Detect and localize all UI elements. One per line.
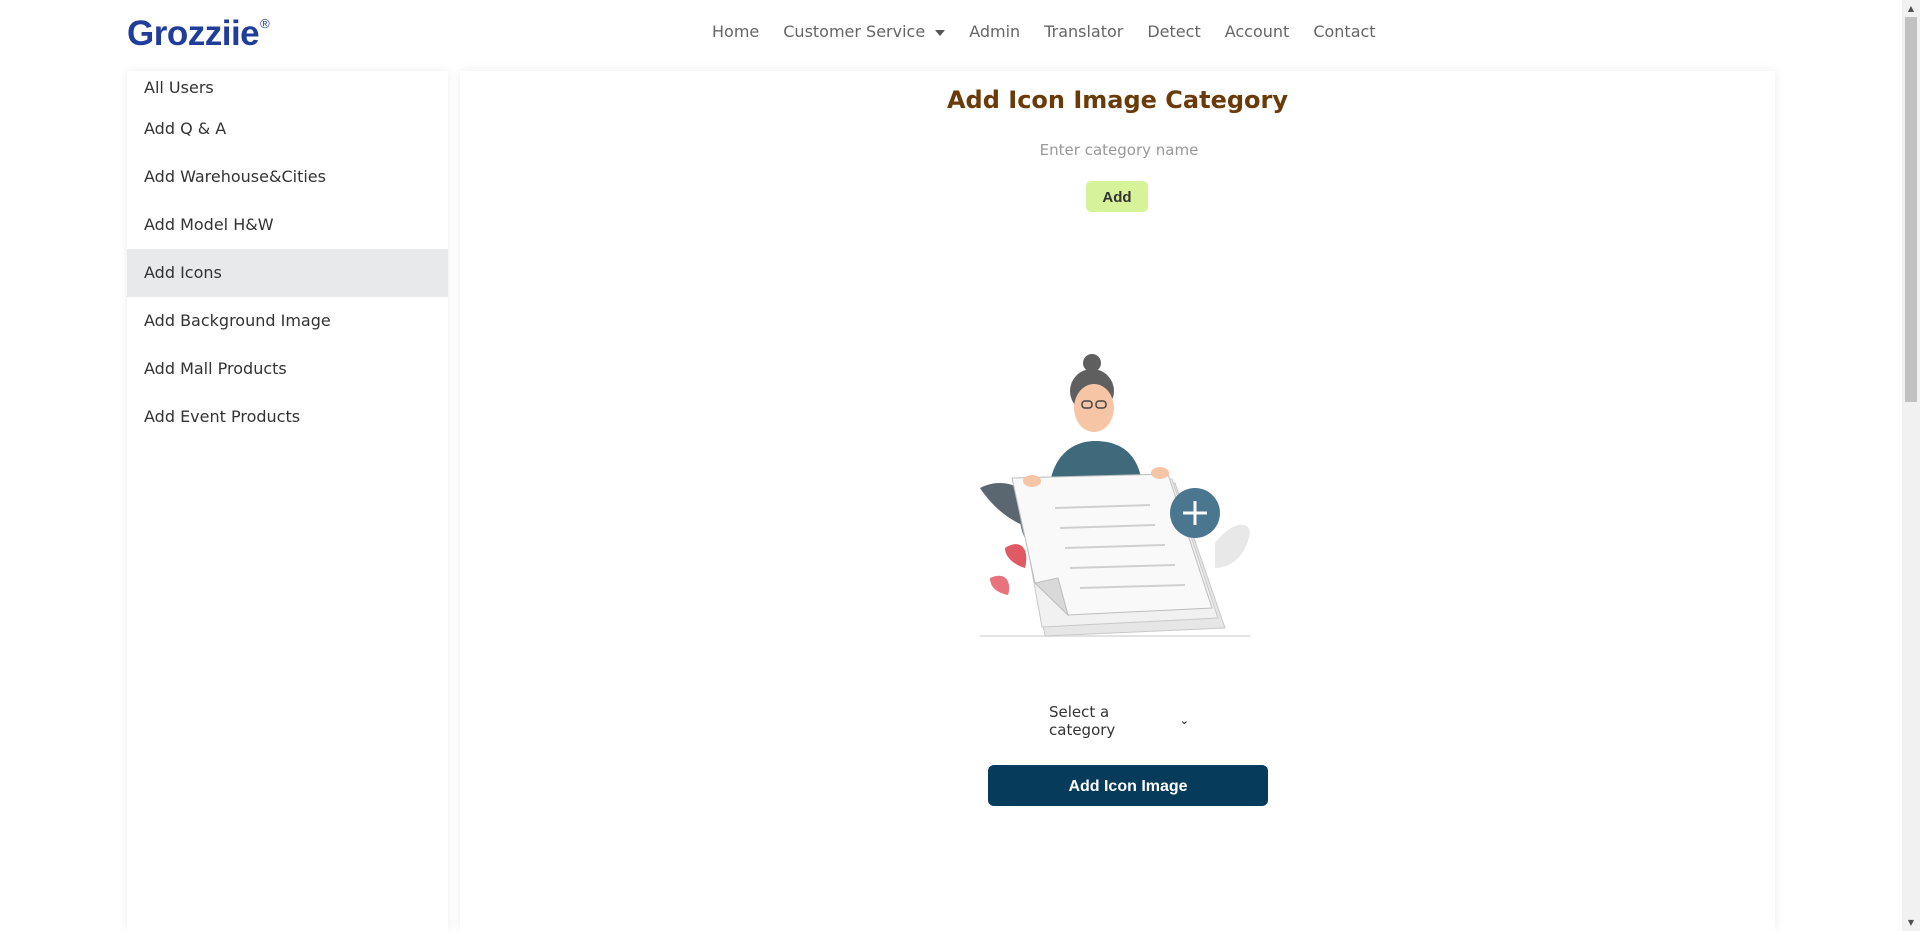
category-name-input[interactable]: [942, 134, 1296, 166]
scroll-up-arrow-icon[interactable]: ▲: [1902, 0, 1920, 17]
sidebar-item-add-event-products[interactable]: Add Event Products: [127, 393, 448, 441]
caret-down-icon: [935, 29, 946, 36]
sidebar-item-add-warehouse-cities[interactable]: Add Warehouse&Cities: [127, 153, 448, 201]
nav-account[interactable]: Account: [1225, 22, 1290, 41]
main-nav: Home Customer Service Admin Translator D…: [712, 22, 1400, 41]
nav-customer-service-label: Customer Service: [783, 22, 926, 41]
nav-customer-service[interactable]: Customer Service: [783, 22, 946, 41]
sidebar-item-add-qa[interactable]: Add Q & A: [127, 105, 448, 153]
scrollbar-thumb[interactable]: [1905, 17, 1917, 402]
sidebar-item-add-background-image[interactable]: Add Background Image: [127, 297, 448, 345]
scroll-down-arrow-icon[interactable]: ▼: [1902, 914, 1920, 931]
nav-contact[interactable]: Contact: [1313, 22, 1375, 41]
page-title: Add Icon Image Category: [946, 86, 1289, 114]
nav-home[interactable]: Home: [712, 22, 759, 41]
top-header: Grozziie® Home Customer Service Admin Tr…: [0, 0, 1900, 64]
add-icon-image-button[interactable]: Add Icon Image: [988, 765, 1268, 806]
add-category-button[interactable]: Add: [1086, 181, 1148, 212]
brand-logo-text: Grozziie: [127, 14, 260, 53]
category-select[interactable]: Select a category ⌄: [1049, 703, 1189, 739]
chevron-down-icon: ⌄: [1179, 713, 1189, 727]
upload-document-illustration[interactable]: [950, 333, 1290, 653]
sidebar-item-add-icons[interactable]: Add Icons: [127, 249, 448, 297]
brand-logo[interactable]: Grozziie®: [127, 14, 270, 54]
page-scrollbar[interactable]: ▲ ▼: [1902, 0, 1920, 931]
sidebar-item-all-users[interactable]: All Users: [127, 71, 448, 105]
admin-sidebar: All Users Add Q & A Add Warehouse&Cities…: [127, 71, 448, 931]
category-select-value: Select a category: [1049, 703, 1116, 739]
nav-admin[interactable]: Admin: [969, 22, 1020, 41]
registered-mark: ®: [260, 16, 270, 32]
sidebar-item-add-mall-products[interactable]: Add Mall Products: [127, 345, 448, 393]
main-panel: Add Icon Image Category Add: [460, 71, 1775, 931]
nav-translator[interactable]: Translator: [1044, 22, 1123, 41]
nav-detect[interactable]: Detect: [1147, 22, 1200, 41]
sidebar-item-add-model-hw[interactable]: Add Model H&W: [127, 201, 448, 249]
